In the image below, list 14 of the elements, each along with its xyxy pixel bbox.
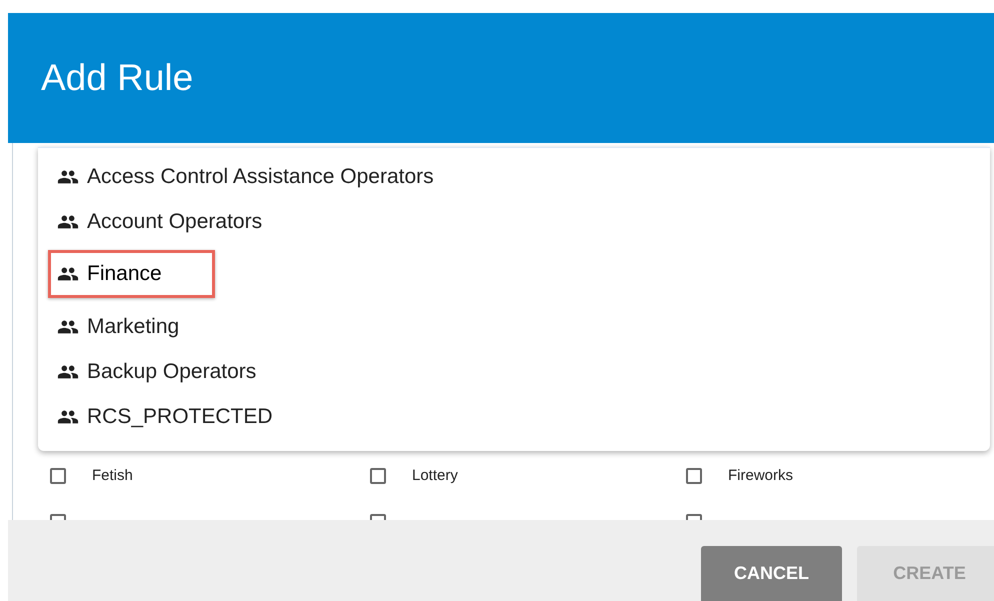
checkbox[interactable] (370, 468, 386, 484)
dialog-title: Add Rule (41, 57, 194, 99)
group-option[interactable]: Marketing (48, 311, 188, 343)
checkbox-label: Fetish (92, 467, 133, 484)
checkbox-label: Lottery (412, 467, 458, 484)
checkbox-label: Fireworks (728, 467, 794, 484)
checkbox[interactable] (50, 468, 66, 484)
group-option[interactable]: Finance (48, 250, 215, 298)
cancel-button[interactable]: CANCEL (701, 546, 842, 601)
group-option[interactable]: Account Operators (48, 206, 272, 238)
group-option[interactable]: RCS_PROTECTED (48, 401, 282, 433)
checkbox[interactable] (686, 468, 702, 484)
group-option[interactable]: Backup Operators (48, 356, 266, 388)
group-option[interactable]: Access Control Assistance Operators (48, 161, 443, 193)
